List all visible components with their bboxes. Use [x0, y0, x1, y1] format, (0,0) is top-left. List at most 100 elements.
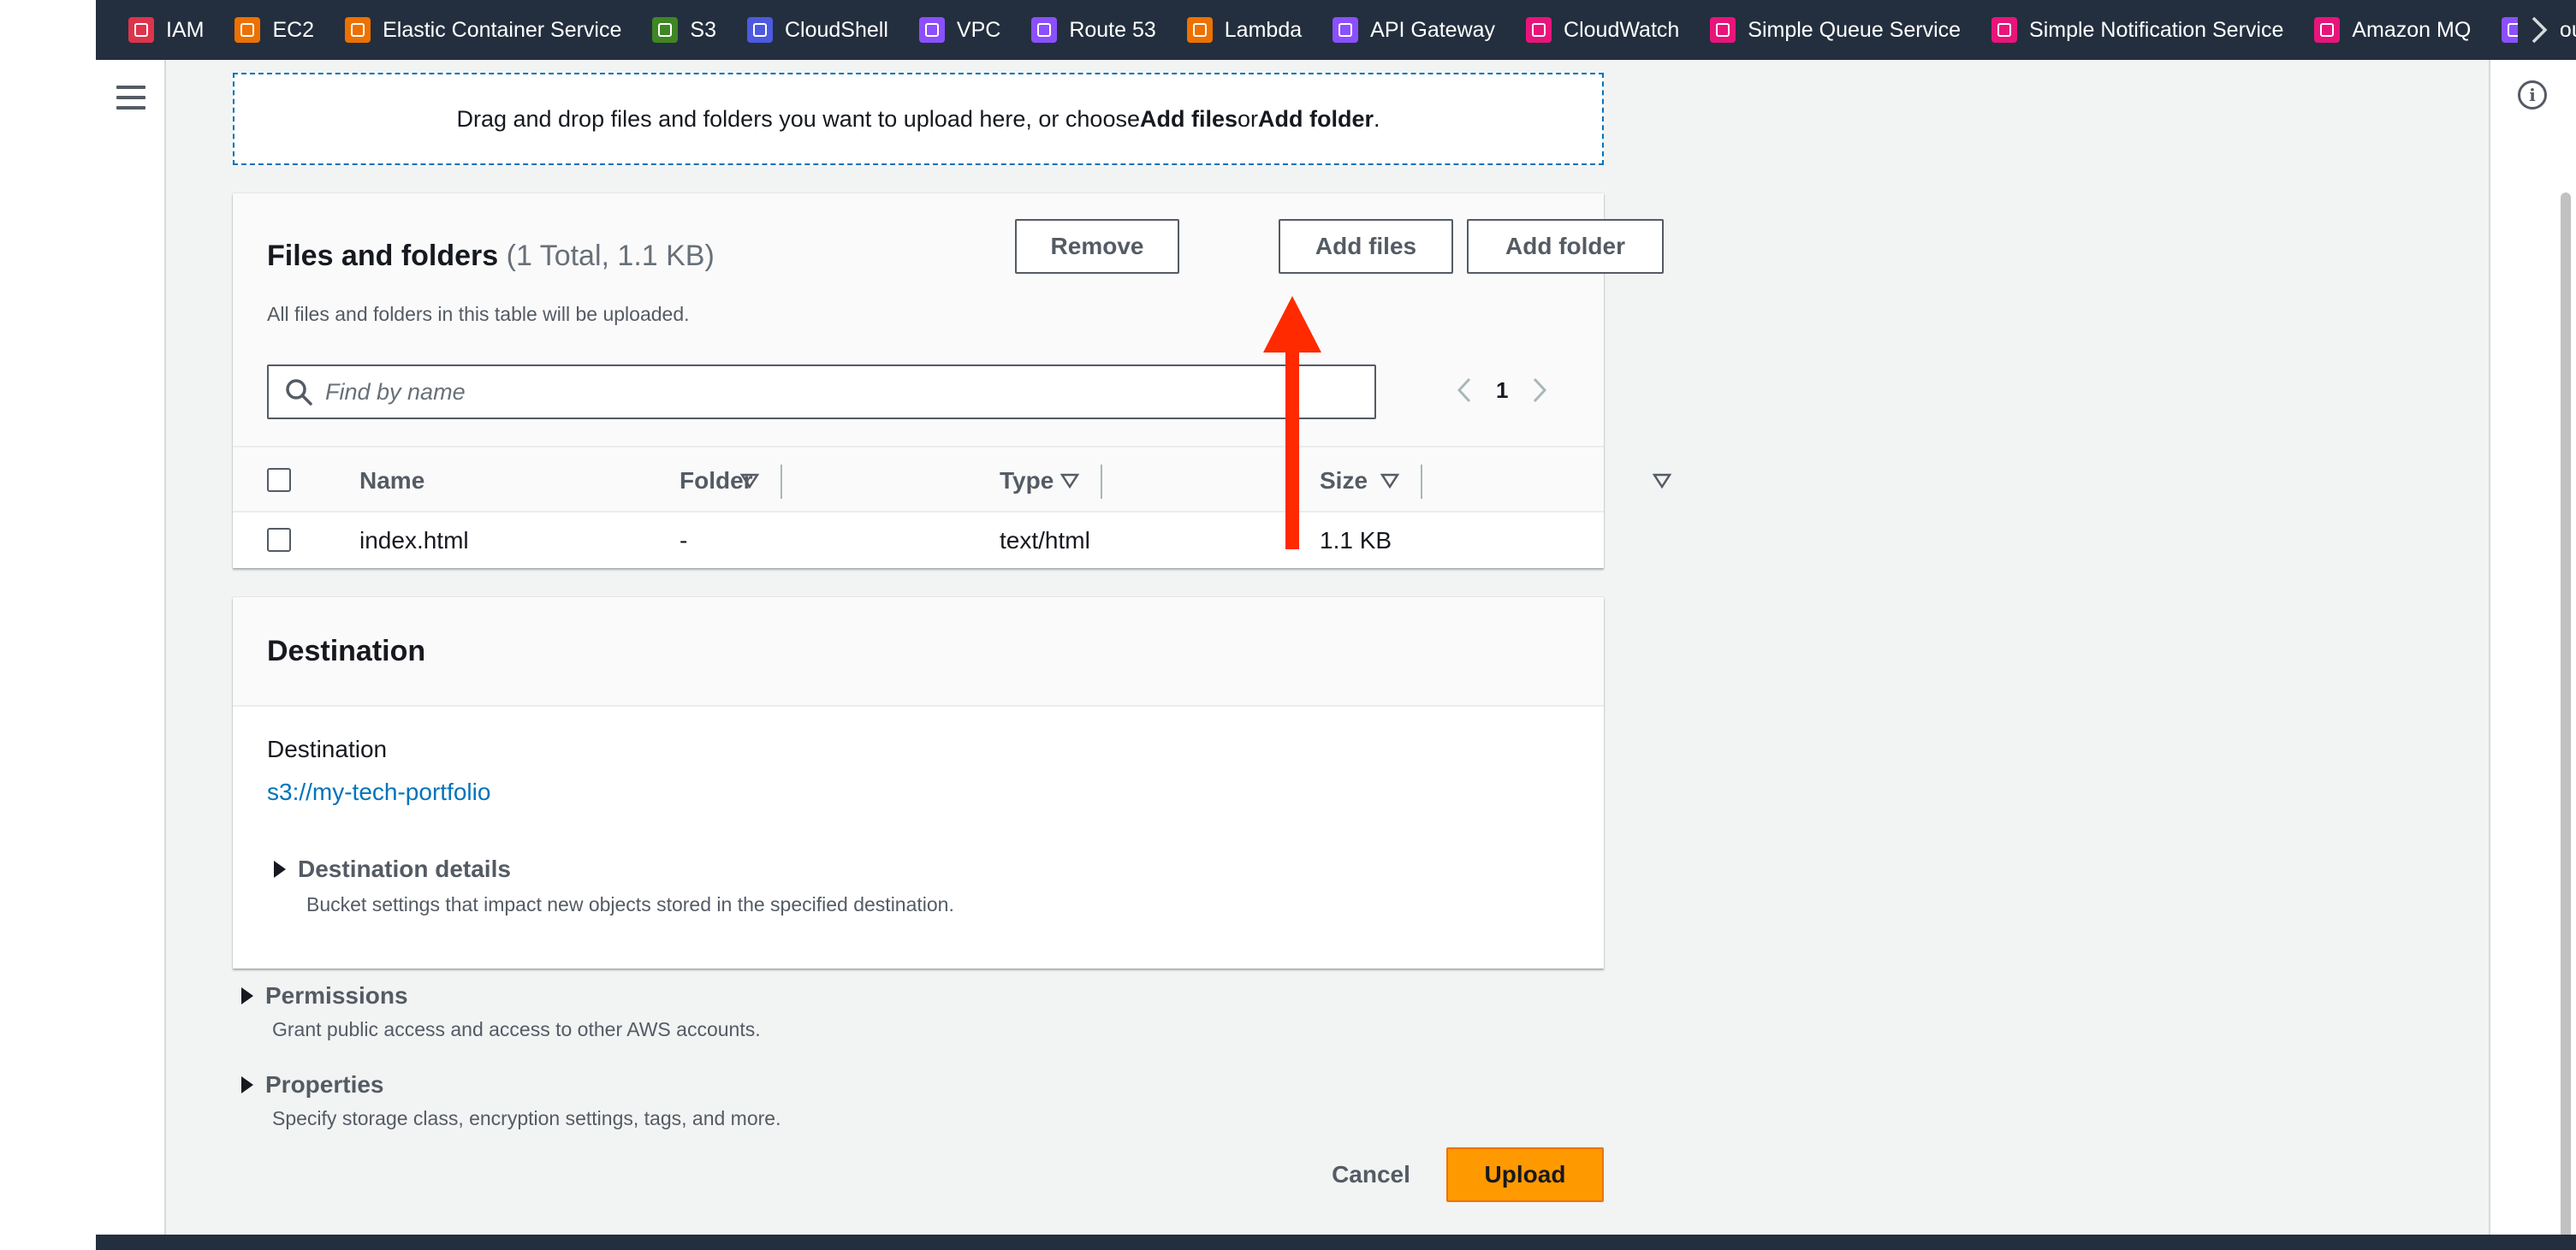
page-scrollbar[interactable]: [2561, 193, 2571, 1250]
destination-bucket-link[interactable]: s3://my-tech-portfolio: [267, 779, 490, 806]
column-header-size[interactable]: Size: [1320, 447, 1368, 514]
favorite-cloudshell[interactable]: CloudShell: [746, 0, 888, 60]
properties-description: Specify storage class, encryption settin…: [272, 1107, 781, 1129]
favorite-ec2[interactable]: EC2: [234, 0, 314, 60]
annotation-arrow-up-icon: [1263, 296, 1321, 549]
column-resizer[interactable]: [1421, 465, 1422, 499]
files-count: (1 Total, 1.1 KB): [506, 240, 715, 272]
properties-expander[interactable]: Properties: [241, 1071, 384, 1099]
window-left-gutter: [0, 0, 96, 1250]
column-header-folder[interactable]: Folder: [680, 447, 753, 514]
api-gateway-icon: [1333, 17, 1359, 43]
cell-size: 1.1 KB: [1320, 526, 1392, 554]
favorite-label: Route 53: [1069, 17, 1156, 42]
files-panel-header: Files and folders (1 Total, 1.1 KB) All …: [233, 193, 1664, 446]
favorites-bar: IAM EC2 Elastic Container Service S3 CloudSh…: [96, 0, 2576, 60]
remove-button[interactable]: Remove: [1015, 219, 1179, 274]
favorite-label: CloudWatch: [1564, 17, 1680, 42]
add-folder-button[interactable]: Add folder: [1467, 219, 1664, 274]
favorites-scroll-right-button[interactable]: [2518, 0, 2561, 60]
row-checkbox[interactable]: [267, 528, 291, 552]
previous-page-button[interactable]: [1451, 373, 1477, 407]
column-header-name[interactable]: Name: [359, 447, 424, 514]
favorite-cloudwatch[interactable]: CloudWatch: [1526, 0, 1679, 60]
favorite-label: Simple Queue Service: [1748, 17, 1962, 42]
s3-icon: [652, 17, 679, 43]
files-and-folders-panel: Files and folders (1 Total, 1.1 KB) All …: [233, 193, 1672, 568]
files-title-text: Files and folders: [267, 240, 499, 272]
iam-icon: [128, 17, 154, 43]
favorite-ecs[interactable]: Elastic Container Service: [345, 0, 621, 60]
menu-icon[interactable]: [116, 86, 145, 110]
dropzone-suffix: .: [1374, 105, 1380, 132]
add-files-button[interactable]: Add files: [1279, 219, 1453, 274]
files-table-header: Name Folder Type Size: [233, 446, 1672, 514]
files-panel-description: All files and folders in this table will…: [267, 303, 690, 325]
cloudshell-icon: [746, 17, 773, 43]
destination-panel-header: Destination: [233, 597, 1604, 707]
sqs-icon: [1710, 17, 1736, 43]
search-icon: [286, 379, 312, 406]
favorite-label: EC2: [272, 17, 315, 42]
cloudwatch-icon: [1526, 17, 1552, 43]
dropzone-add-files: Add files: [1139, 105, 1238, 132]
favorite-vpc[interactable]: VPC: [918, 0, 1001, 60]
column-header-type[interactable]: Type: [1000, 447, 1054, 514]
caret-right-icon: [241, 987, 253, 1004]
destination-panel: Destination Destination s3://my-tech-por…: [233, 597, 1604, 969]
favorite-sqs[interactable]: Simple Queue Service: [1710, 0, 1961, 60]
destination-details-title: Destination details: [298, 856, 511, 882]
sort-icon[interactable]: [1059, 471, 1080, 491]
favorite-lambda[interactable]: Lambda: [1186, 0, 1303, 60]
next-page-button[interactable]: [1527, 373, 1552, 407]
permissions-title: Permissions: [265, 982, 408, 1009]
lambda-icon: [1186, 17, 1213, 43]
favorite-api-gateway[interactable]: API Gateway: [1333, 0, 1495, 60]
cell-folder: -: [680, 526, 688, 554]
favorite-label: Lambda: [1224, 17, 1303, 42]
search-input[interactable]: [325, 378, 1352, 406]
destination-details-expander[interactable]: Destination details: [274, 856, 511, 883]
utility-panel-rail: i: [2489, 60, 2576, 1250]
pagination: 1: [1451, 373, 1552, 407]
ec2-icon: [234, 17, 261, 43]
favorite-label: VPC: [956, 17, 1001, 42]
current-page-number[interactable]: 1: [1496, 377, 1508, 404]
column-resizer[interactable]: [781, 465, 782, 499]
amazon-mq-icon: [2314, 17, 2341, 43]
dropzone-prefix: Drag and drop files and folders you want…: [456, 105, 1140, 132]
favorite-route53[interactable]: Route 53: [1031, 0, 1156, 60]
favorite-label: IAM: [166, 17, 205, 42]
favorite-iam[interactable]: IAM: [128, 0, 204, 60]
upload-button[interactable]: Upload: [1446, 1147, 1604, 1202]
favorite-sns[interactable]: Simple Notification Service: [1991, 0, 2283, 60]
favorite-label: Simple Notification Service: [2029, 17, 2284, 42]
cell-name: index.html: [359, 526, 469, 554]
info-icon[interactable]: i: [2518, 80, 2547, 110]
dropzone-add-folder: Add folder: [1258, 105, 1374, 132]
caret-right-icon: [274, 861, 286, 878]
permissions-description: Grant public access and access to other …: [272, 1018, 761, 1040]
destination-details-description: Bucket settings that impact new objects …: [306, 893, 954, 915]
chevron-right-icon: [1534, 377, 1547, 403]
favorite-label: API Gateway: [1370, 17, 1496, 42]
footer-bar: [96, 1235, 2576, 1250]
cancel-button[interactable]: Cancel: [1311, 1147, 1431, 1202]
ecs-icon: [345, 17, 371, 43]
sort-icon[interactable]: [1380, 471, 1400, 491]
destination-label: Destination: [267, 736, 388, 762]
favorite-s3[interactable]: S3: [652, 0, 716, 60]
permissions-expander[interactable]: Permissions: [241, 982, 408, 1010]
column-resizer[interactable]: [1101, 465, 1102, 499]
console-frame: IAM EC2 Elastic Container Service S3 CloudSh…: [96, 0, 2576, 1250]
table-row: index.html - text/html 1.1 KB: [233, 512, 1604, 568]
vpc-icon: [918, 17, 945, 43]
chevron-right-icon: [2531, 16, 2548, 44]
select-all-checkbox[interactable]: [267, 468, 291, 492]
chevron-left-icon: [1457, 377, 1471, 403]
favorite-amazon-mq[interactable]: Amazon MQ: [2314, 0, 2471, 60]
favorite-label: CloudShell: [784, 17, 888, 42]
favorite-label: Amazon MQ: [2352, 17, 2472, 42]
sort-icon[interactable]: [1652, 471, 1672, 491]
upload-dropzone[interactable]: Drag and drop files and folders you want…: [233, 73, 1604, 165]
